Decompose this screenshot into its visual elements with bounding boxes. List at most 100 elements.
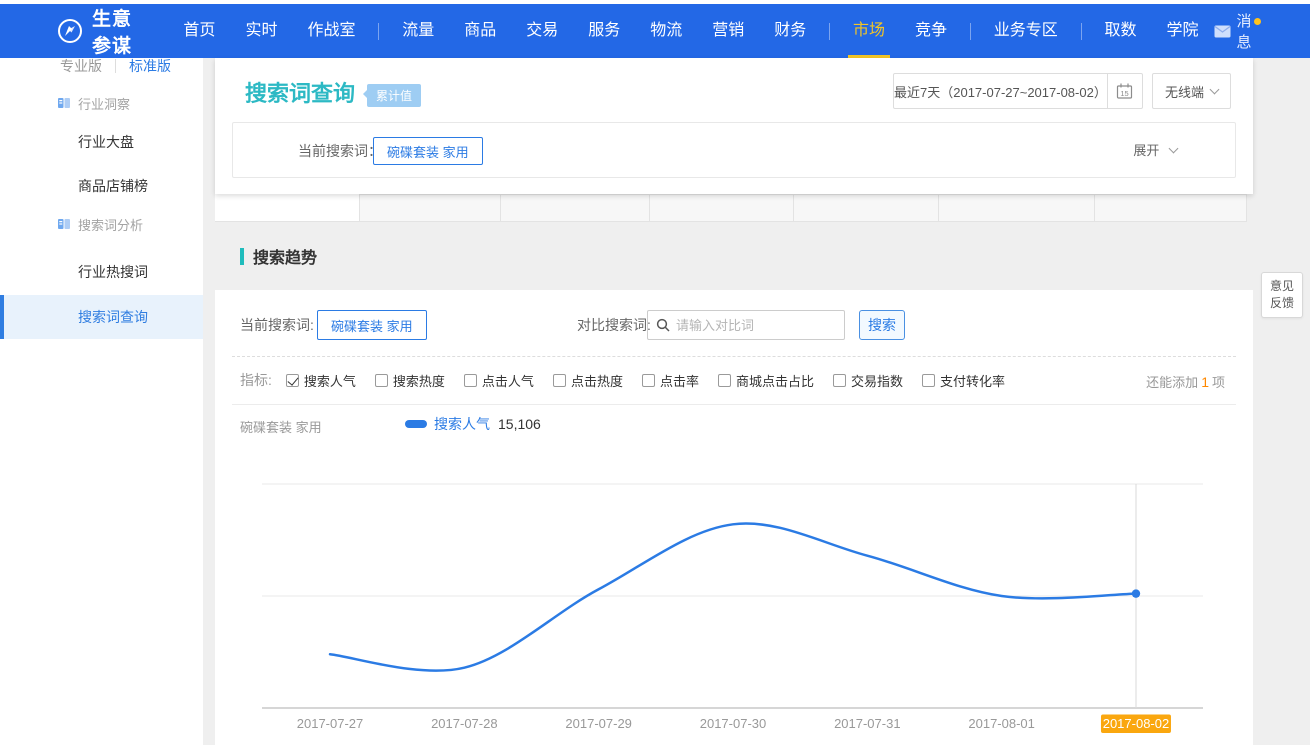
- metrics-checkbox-row: 指标: 搜索人气 搜索热度 点击人气 点击热度: [240, 370, 1024, 390]
- date-range-picker[interactable]: 最近7天（2017-07-27~2017-08-02） 15: [893, 73, 1143, 109]
- metric-tabs-strip: [215, 194, 1253, 222]
- checkbox-icon: [464, 374, 477, 387]
- svg-text:2017-08-01: 2017-08-01: [968, 716, 1035, 731]
- feedback-button[interactable]: 意见 反馈: [1261, 272, 1303, 318]
- sidebar-group-label: 搜索词分析: [78, 215, 143, 234]
- brand-name: 生意参谋: [92, 4, 140, 58]
- sidebar-item-search-term-query[interactable]: 搜索词查询: [0, 295, 203, 339]
- metric-label: 搜索人气: [304, 371, 356, 390]
- messages-label: 消息: [1237, 10, 1252, 52]
- industry-insight-icon: [57, 96, 71, 110]
- divider: [232, 356, 1236, 357]
- metric-checkbox-search-heat[interactable]: 搜索热度: [375, 371, 445, 390]
- expand-toggle[interactable]: 展开: [1133, 123, 1177, 179]
- nav-item-product[interactable]: 商品: [449, 4, 511, 58]
- sidebar-item-industry-overview[interactable]: 行业大盘: [78, 128, 134, 156]
- remaining-prefix: 还能添加: [1146, 375, 1198, 390]
- chevron-down-icon: [1210, 85, 1220, 95]
- nav-divider: [378, 23, 379, 40]
- nav-item-marketing[interactable]: 营销: [697, 4, 759, 58]
- nav-item-market[interactable]: 市场: [838, 4, 900, 58]
- current-term-label: 当前搜索词：: [298, 123, 382, 179]
- search-trend-chart[interactable]: 2017-07-272017-07-282017-07-292017-07-30…: [240, 470, 1228, 745]
- nav-item-home[interactable]: 首页: [168, 4, 230, 58]
- compare-term-input[interactable]: [676, 318, 852, 333]
- metric-checkbox-click-heat[interactable]: 点击热度: [553, 371, 623, 390]
- metric-tab-7[interactable]: [1094, 194, 1247, 222]
- version-switch: 专业版 标准版: [0, 58, 203, 78]
- trend-current-term-tag[interactable]: 碗碟套装 家用: [317, 310, 427, 340]
- sidebar-item-product-shop-rank[interactable]: 商品店铺榜: [78, 172, 148, 200]
- svg-text:2017-07-31: 2017-07-31: [834, 716, 901, 731]
- metric-tab-6[interactable]: [938, 194, 1095, 222]
- search-icon: [656, 318, 670, 332]
- nav-item-academy[interactable]: 学院: [1152, 4, 1214, 58]
- version-tab-standard[interactable]: 标准版: [129, 58, 171, 76]
- nav-item-realtime[interactable]: 实时: [230, 4, 292, 58]
- metric-label: 搜索热度: [393, 371, 445, 390]
- metric-label: 支付转化率: [940, 371, 1005, 390]
- nav-item-business-zone[interactable]: 业务专区: [979, 4, 1073, 58]
- brand-logo[interactable]: 生意参谋: [57, 4, 140, 58]
- section-title-bar: [240, 248, 244, 265]
- metric-label: 交易指数: [851, 371, 903, 390]
- sycm-logo-icon: [57, 18, 83, 44]
- envelope-icon: [1214, 25, 1231, 38]
- remaining-metrics-hint: 还能添加1项: [1146, 372, 1225, 391]
- sidebar-group-search-term-analysis: 搜索词分析: [57, 215, 143, 233]
- nav-item-data-extract[interactable]: 取数: [1090, 4, 1152, 58]
- main-content: 搜索词查询 累计值 最近7天（2017-07-27~2017-08-02） 15…: [215, 58, 1253, 745]
- checkbox-icon: [286, 374, 299, 387]
- nav-item-traffic[interactable]: 流量: [387, 4, 449, 58]
- nav-divider: [829, 23, 830, 40]
- version-tab-pro[interactable]: 专业版: [60, 58, 102, 76]
- nav-item-logistics[interactable]: 物流: [635, 4, 697, 58]
- svg-text:15: 15: [1121, 89, 1129, 98]
- page-header-card: 搜索词查询 累计值 最近7天（2017-07-27~2017-08-02） 15…: [215, 58, 1253, 194]
- sidebar-content-gap: [203, 58, 215, 745]
- nav-divider: [970, 23, 971, 40]
- divider: [115, 59, 116, 73]
- checkbox-icon: [718, 374, 731, 387]
- metric-checkbox-click-popularity[interactable]: 点击人气: [464, 371, 534, 390]
- checkbox-icon: [922, 374, 935, 387]
- calendar-icon[interactable]: 15: [1107, 74, 1142, 108]
- metrics-label: 指标:: [240, 370, 272, 390]
- metric-tab-4[interactable]: [649, 194, 794, 222]
- nav-item-finance[interactable]: 财务: [759, 4, 821, 58]
- checkbox-icon: [642, 374, 655, 387]
- trend-current-term-label: 当前搜索词:: [240, 310, 314, 340]
- compare-term-label: 对比搜索词:: [577, 310, 651, 340]
- sidebar-item-hot-search-words[interactable]: 行业热搜词: [78, 258, 148, 286]
- checkbox-icon: [553, 374, 566, 387]
- nav-item-trade[interactable]: 交易: [511, 4, 573, 58]
- nav-item-competition[interactable]: 竞争: [900, 4, 962, 58]
- right-gutter: 意见 反馈: [1253, 58, 1310, 745]
- search-button[interactable]: 搜索: [859, 310, 905, 340]
- metric-tab-1[interactable]: [215, 194, 360, 222]
- nav-item-service[interactable]: 服务: [573, 4, 635, 58]
- current-term-tag[interactable]: 碗碟套装 家用: [373, 137, 483, 165]
- chart-legend: 搜索人气 15,106: [405, 414, 541, 434]
- terminal-selector[interactable]: 无线端: [1152, 73, 1231, 109]
- messages-button[interactable]: 消息: [1214, 4, 1252, 58]
- metric-checkbox-transaction-index[interactable]: 交易指数: [833, 371, 903, 390]
- top-navbar: 生意参谋 首页 实时 作战室 流量 商品 交易 服务 物流 营销 财务 市场 竞…: [0, 4, 1310, 58]
- terminal-selector-value: 无线端: [1165, 82, 1204, 101]
- metric-tab-3[interactable]: [500, 194, 650, 222]
- metric-tab-2[interactable]: [359, 194, 501, 222]
- sidebar-group-label: 行业洞察: [78, 94, 130, 113]
- nav-item-war-room[interactable]: 作战室: [292, 4, 370, 58]
- metric-label: 点击率: [660, 371, 699, 390]
- feedback-label-line2: 反馈: [1270, 295, 1294, 312]
- sidebar: 专业版 标准版 行业洞察 行业大盘 商品店铺榜: [0, 58, 203, 745]
- metric-checkbox-payment-conversion[interactable]: 支付转化率: [922, 371, 1005, 390]
- remaining-count: 1: [1201, 374, 1209, 390]
- metric-checkbox-click-rate[interactable]: 点击率: [642, 371, 699, 390]
- metric-checkbox-mall-click-share[interactable]: 商城点击占比: [718, 371, 814, 390]
- metric-checkbox-search-popularity[interactable]: 搜索人气: [286, 371, 356, 390]
- search-trend-card: 当前搜索词: 碗碟套装 家用 对比搜索词: 搜索 指标: 搜索人气: [215, 290, 1253, 745]
- metric-tab-5[interactable]: [793, 194, 939, 222]
- legend-series-name: 搜索人气: [434, 414, 490, 434]
- legend-marker: [405, 420, 427, 428]
